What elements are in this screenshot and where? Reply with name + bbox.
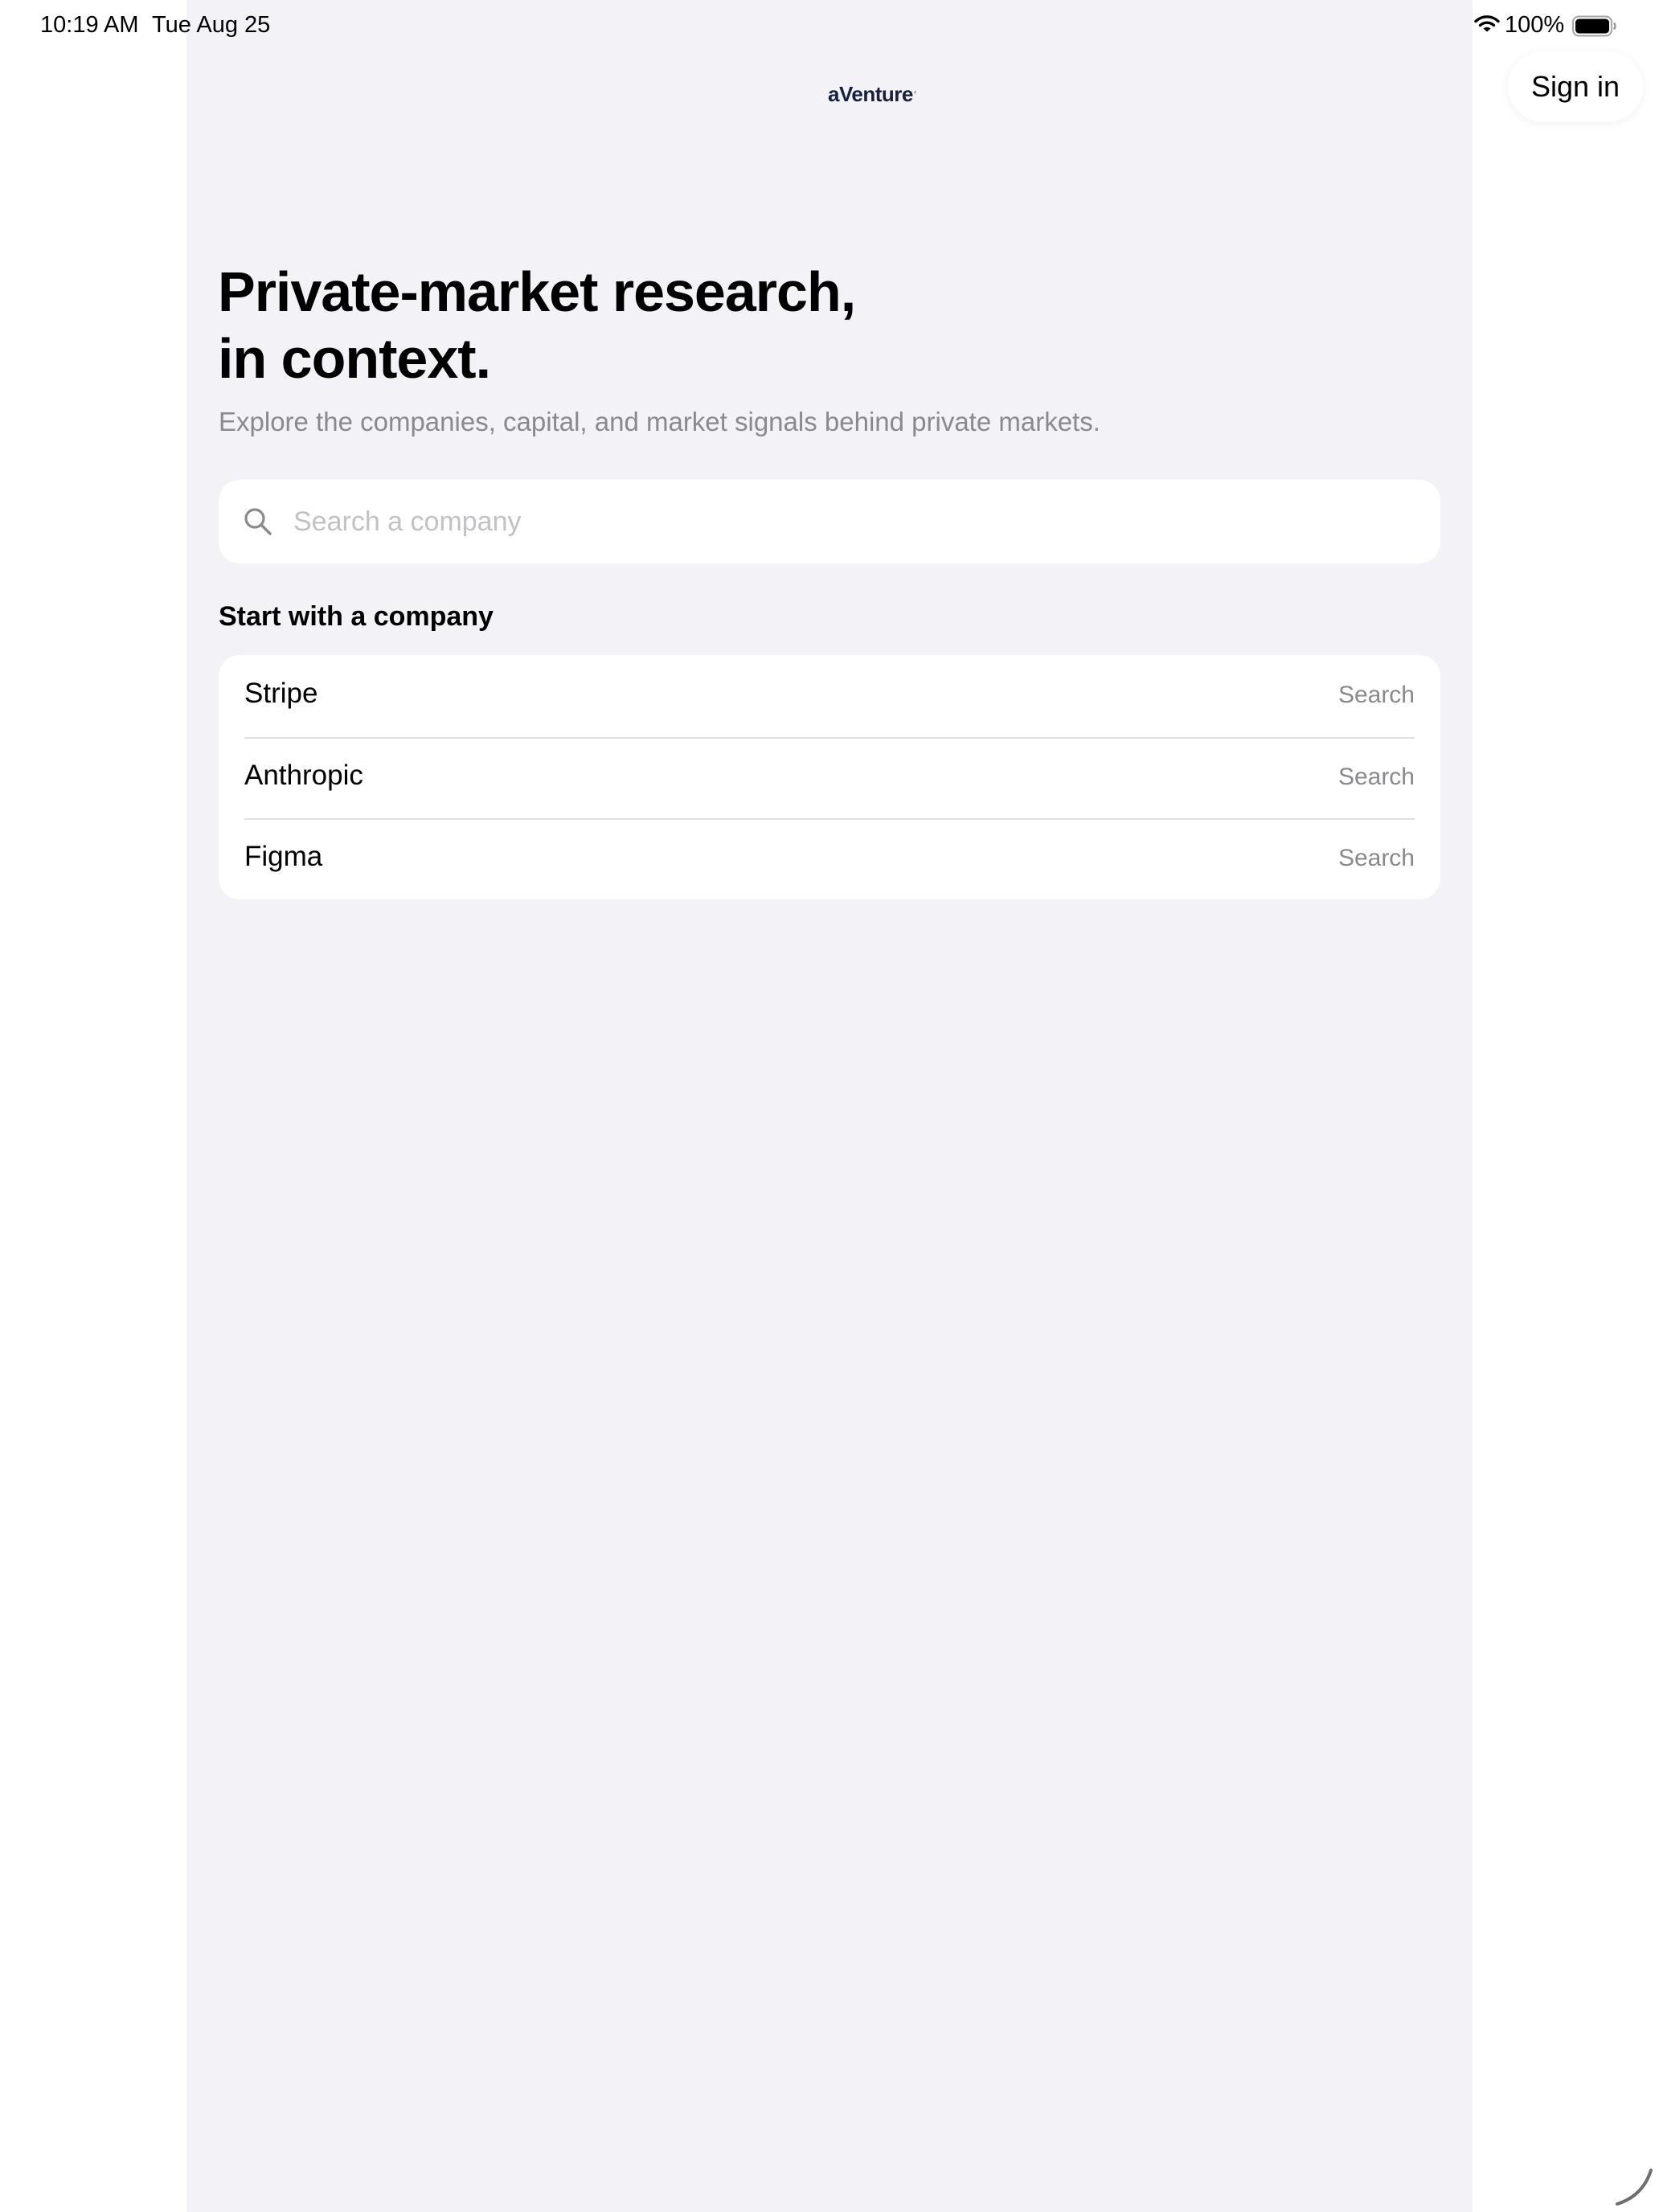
search-input[interactable] xyxy=(293,496,1419,547)
company-name: Figma xyxy=(244,841,323,872)
company-search-action: Search xyxy=(1337,845,1415,871)
status-bar: 10:19 AM Tue Aug 25 100% xyxy=(0,0,1659,51)
page-title-line-2: in context. xyxy=(218,327,491,390)
company-row-figma[interactable]: Figma Search xyxy=(219,818,1440,899)
company-name: Stripe xyxy=(244,678,318,709)
suggestions-heading: Start with a company xyxy=(219,601,494,632)
scroll-indicator[interactable] xyxy=(1611,2161,1656,2209)
company-search-action: Search xyxy=(1337,764,1415,790)
logo-wordmark: aVenture xyxy=(828,82,913,106)
status-date: Tue Aug 25 xyxy=(152,12,271,38)
company-row-anthropic[interactable]: Anthropic Search xyxy=(219,737,1440,818)
app-logo: aVenture xyxy=(828,72,916,104)
page-title: Private-market research, in context. xyxy=(218,259,1423,392)
search-icon xyxy=(244,508,272,535)
company-search-action: Search xyxy=(1337,682,1415,708)
status-time: 10:19 AM xyxy=(40,12,139,38)
suggested-companies-list: Stripe Search Anthropic Search Figma Sea… xyxy=(219,655,1440,899)
battery-percent: 100% xyxy=(1505,12,1565,38)
company-name: Anthropic xyxy=(244,760,363,791)
page-subtitle: Explore the companies, capital, and mark… xyxy=(219,407,1100,436)
battery-icon xyxy=(1572,15,1616,37)
page-title-line-1: Private-market research, xyxy=(218,260,856,323)
company-row-stripe[interactable]: Stripe Search xyxy=(219,655,1440,737)
leaf-icon xyxy=(913,90,916,95)
company-search-bar[interactable] xyxy=(219,480,1440,563)
sign-in-button[interactable]: Sign in xyxy=(1508,51,1643,122)
wifi-icon xyxy=(1474,15,1500,32)
